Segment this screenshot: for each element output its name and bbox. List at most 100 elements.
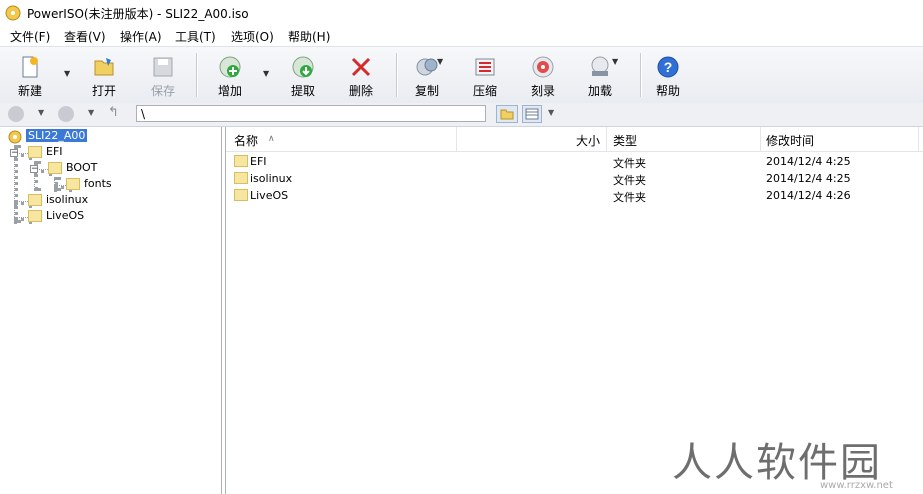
forward-icon[interactable] bbox=[58, 106, 74, 122]
open-button[interactable]: 打开 bbox=[82, 51, 126, 99]
toolbar-separator bbox=[396, 53, 398, 97]
copy-label: 复制 bbox=[414, 84, 439, 98]
help-question-icon: ? bbox=[657, 56, 679, 78]
add-button[interactable]: 增加 bbox=[208, 51, 252, 99]
column-size-header[interactable]: 大小 bbox=[576, 132, 600, 149]
tree-liveos-label: LiveOS bbox=[46, 209, 85, 222]
column-divider[interactable] bbox=[456, 127, 457, 151]
watermark-url: www.rrzxw.net bbox=[820, 480, 893, 491]
help-button[interactable]: ? 帮助 bbox=[646, 51, 690, 99]
row-modified: 2014/12/4 4:25 bbox=[766, 155, 851, 168]
new-button[interactable]: 新建 bbox=[8, 51, 52, 99]
toolbar: 新建 ▼ 打开 保存 增加 ▼ 提取 删除 复制 ▼ 压缩 刻录 加载 ▼ ? … bbox=[0, 46, 923, 104]
extract-button[interactable]: 提取 bbox=[281, 51, 325, 99]
mount-dropdown-icon[interactable]: ▼ bbox=[612, 57, 622, 67]
burn-label: 刻录 bbox=[530, 84, 555, 98]
window-title: PowerISO(未注册版本) - SLI22_A00.iso bbox=[27, 7, 249, 21]
folder-icon bbox=[28, 194, 42, 206]
table-row[interactable]: LiveOS 文件夹 2014/12/4 4:26 bbox=[226, 187, 923, 204]
delete-label: 删除 bbox=[348, 84, 373, 98]
column-divider[interactable] bbox=[918, 127, 919, 151]
mount-label: 加载 bbox=[587, 84, 612, 98]
help-label: 帮助 bbox=[655, 84, 680, 98]
delete-button[interactable]: 删除 bbox=[339, 51, 383, 99]
forward-dropdown-icon[interactable]: ▼ bbox=[88, 108, 94, 117]
tree-isolinux-label: isolinux bbox=[46, 193, 89, 206]
add-dropdown-icon[interactable]: ▼ bbox=[263, 69, 273, 79]
collapse-efi-icon[interactable]: − bbox=[10, 149, 19, 158]
delete-icon bbox=[351, 57, 371, 77]
path-input[interactable]: \ bbox=[136, 105, 486, 122]
column-modified-header[interactable]: 修改时间 bbox=[766, 132, 814, 149]
row-type: 文件夹 bbox=[613, 191, 646, 204]
burn-disc-icon bbox=[532, 56, 554, 78]
mount-drive-icon bbox=[591, 56, 609, 76]
menu-tools[interactable]: 工具(T) bbox=[175, 28, 216, 45]
address-bar: ▼ ▼ ↰ \ ▼ bbox=[0, 103, 923, 127]
folder-tree: SLI22_A00 − EFI − BOOT fonts isolinux Li… bbox=[0, 127, 222, 494]
column-divider[interactable] bbox=[760, 127, 761, 151]
menu-view[interactable]: 查看(V) bbox=[64, 28, 106, 45]
tree-boot-label: BOOT bbox=[66, 161, 98, 174]
table-row[interactable]: isolinux 文件夹 2014/12/4 4:25 bbox=[226, 170, 923, 187]
extract-label: 提取 bbox=[290, 84, 315, 98]
collapse-boot-icon[interactable]: − bbox=[30, 165, 39, 174]
compress-icon bbox=[475, 58, 495, 76]
menu-options[interactable]: 选项(O) bbox=[231, 28, 274, 45]
column-type-header[interactable]: 类型 bbox=[613, 132, 637, 149]
tree-root-label: SLI22_A00 bbox=[26, 129, 88, 142]
save-icon bbox=[153, 57, 173, 77]
new-label: 新建 bbox=[17, 84, 42, 98]
folder-icon bbox=[234, 189, 248, 201]
row-type: 文件夹 bbox=[613, 174, 646, 187]
column-divider[interactable] bbox=[606, 127, 607, 151]
copy-disc-icon bbox=[416, 58, 438, 76]
folder-icon bbox=[28, 210, 42, 222]
folder-icon bbox=[48, 162, 62, 174]
menu-help[interactable]: 帮助(H) bbox=[288, 28, 330, 45]
up-folder-icon[interactable]: ↰ bbox=[108, 105, 119, 120]
folder-view-icon[interactable] bbox=[496, 105, 518, 123]
row-name: EFI bbox=[250, 155, 267, 168]
folder-icon bbox=[234, 172, 248, 184]
extract-icon bbox=[292, 56, 314, 78]
save-label: 保存 bbox=[150, 84, 175, 98]
new-file-icon bbox=[22, 56, 38, 78]
svg-text:?: ? bbox=[664, 59, 673, 75]
row-modified: 2014/12/4 4:25 bbox=[766, 172, 851, 185]
menu-file[interactable]: 文件(F) bbox=[10, 28, 50, 45]
column-name-header[interactable]: 名称 bbox=[234, 132, 258, 149]
tree-fonts-label: fonts bbox=[84, 177, 112, 190]
add-label: 增加 bbox=[217, 84, 242, 98]
open-folder-icon bbox=[94, 58, 114, 76]
details-view-icon[interactable] bbox=[522, 105, 542, 123]
copy-dropdown-icon[interactable]: ▼ bbox=[437, 57, 447, 67]
row-name: LiveOS bbox=[250, 189, 289, 202]
open-label: 打开 bbox=[91, 84, 116, 98]
row-type: 文件夹 bbox=[613, 157, 646, 170]
sort-ascending-icon: ∧ bbox=[268, 134, 275, 144]
add-icon bbox=[219, 56, 241, 78]
poweriso-app-icon bbox=[5, 5, 21, 21]
row-name: isolinux bbox=[250, 172, 293, 185]
back-icon[interactable] bbox=[8, 106, 24, 122]
toolbar-separator bbox=[196, 53, 198, 97]
disc-image-icon bbox=[8, 130, 22, 144]
toolbar-separator bbox=[640, 53, 642, 97]
menu-action[interactable]: 操作(A) bbox=[120, 28, 162, 45]
view-dropdown-icon[interactable]: ▼ bbox=[548, 108, 554, 117]
folder-icon bbox=[28, 146, 42, 158]
compress-label: 压缩 bbox=[472, 84, 497, 98]
list-header: 名称 ∧ 大小 类型 修改时间 bbox=[226, 127, 923, 152]
save-button[interactable]: 保存 bbox=[141, 51, 185, 99]
back-dropdown-icon[interactable]: ▼ bbox=[38, 108, 44, 117]
row-modified: 2014/12/4 4:26 bbox=[766, 189, 851, 202]
folder-icon bbox=[66, 178, 80, 190]
table-row[interactable]: EFI 文件夹 2014/12/4 4:25 bbox=[226, 153, 923, 170]
menu-bar: 文件(F) 查看(V) 操作(A) 工具(T) 选项(O) 帮助(H) bbox=[0, 26, 923, 46]
title-bar: PowerISO(未注册版本) - SLI22_A00.iso bbox=[0, 0, 923, 26]
compress-button[interactable]: 压缩 bbox=[463, 51, 507, 99]
new-dropdown-icon[interactable]: ▼ bbox=[64, 69, 74, 79]
folder-icon bbox=[234, 155, 248, 167]
burn-button[interactable]: 刻录 bbox=[521, 51, 565, 99]
